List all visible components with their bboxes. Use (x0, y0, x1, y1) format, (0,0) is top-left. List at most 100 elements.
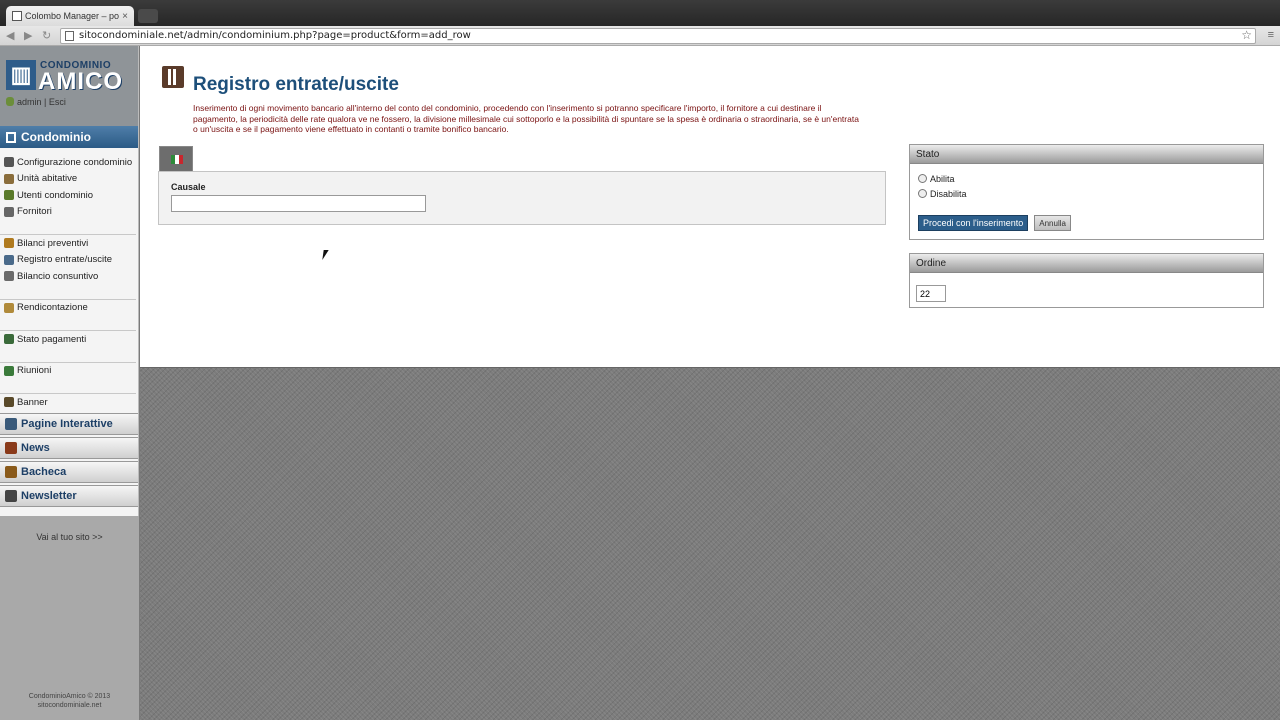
users-icon (4, 190, 14, 201)
ledger-icon (162, 66, 184, 88)
sidebar-item-rendicontazione[interactable]: Rendicontazione (0, 300, 138, 317)
sidebar-item-label: Utenti condominio (17, 189, 94, 201)
section-label: News (21, 441, 50, 454)
sidebar-item-label: Registro entrate/uscite (17, 254, 113, 266)
reload-icon[interactable]: ↻ (42, 29, 51, 42)
user-separator: | (44, 97, 47, 107)
menu-divider (0, 348, 136, 363)
menu-divider (0, 285, 136, 300)
chart-icon (4, 238, 14, 249)
address-bar: ◀ ▶ ↻ sitocondominiale.net/admin/condomi… (0, 26, 1280, 46)
favicon-icon (12, 11, 22, 21)
building-icon (6, 131, 16, 143)
section-newsletter[interactable]: Newsletter (0, 484, 138, 507)
section-pagine-interattive[interactable]: Pagine Interattive (0, 412, 138, 435)
sidebar-item-label: Bilancio consuntivo (17, 270, 99, 282)
sidebar-footer: Vai al tuo sito >> CondominioAmico © 201… (0, 516, 139, 720)
sidebar-item-riunioni[interactable]: Riunioni (0, 363, 138, 380)
section-title: Condominio (21, 130, 91, 144)
logo-line2: AMICO (38, 68, 123, 95)
browser-tab[interactable]: Colombo Manager – power × (6, 6, 134, 26)
sidebar-menu: Configurazione condominio Unità abitativ… (0, 148, 138, 411)
scale-icon (4, 302, 14, 313)
section-news[interactable]: News (0, 436, 138, 459)
section-label: Pagine Interattive (21, 417, 113, 430)
sidebar-item-banner[interactable]: Banner (0, 394, 138, 411)
page-description: Inserimento di ogni movimento bancario a… (193, 103, 859, 134)
section-bacheca[interactable]: Bacheca (0, 460, 138, 483)
banner-icon (4, 397, 14, 408)
user-name[interactable]: admin (17, 97, 42, 107)
ordine-input[interactable] (916, 285, 946, 302)
stato-panel: Stato Abilita Disabilita Procedi con l'i… (909, 144, 1264, 240)
new-tab-button[interactable] (138, 9, 158, 23)
form-box: Causale (158, 171, 886, 225)
sidebar-item-label: Bilanci preventivi (17, 237, 89, 249)
menu-divider (0, 379, 136, 394)
back-icon[interactable]: ◀ (6, 29, 14, 42)
sidebar-item-label: Banner (17, 396, 48, 408)
radio-label: Disabilita (930, 188, 967, 199)
sidebar-item-label: Unità abitative (17, 173, 78, 185)
sidebar-item-bilancio-consuntivo[interactable]: Bilancio consuntivo (0, 268, 138, 285)
italian-flag-icon (171, 155, 183, 164)
logout-link[interactable]: Esci (49, 97, 66, 107)
browser-menu-icon[interactable]: ≡ (1268, 29, 1274, 41)
sidebar-item-label: Riunioni (17, 365, 52, 377)
sidebar-item-fornitori[interactable]: Fornitori (0, 204, 138, 221)
sidebar-item-stato-pagamenti[interactable]: Stato pagamenti (0, 331, 138, 348)
sidebar-item-bilanci-preventivi[interactable]: Bilanci preventivi (0, 235, 138, 252)
gear-icon (4, 157, 14, 168)
sidebar-item-label: Fornitori (17, 206, 52, 218)
sidebar-item-registro[interactable]: Registro entrate/uscite (0, 252, 138, 269)
section-label: Newsletter (21, 489, 77, 502)
logo[interactable]: ▥ CONDOMINIO AMICO admin | Esci (0, 46, 138, 126)
url-text: sitocondominiale.net/admin/condominium.p… (79, 30, 471, 41)
sidebar-item-label: Rendicontazione (17, 302, 88, 314)
sidebar: ▥ CONDOMINIO AMICO admin | Esci Condomin… (0, 46, 139, 720)
submit-button[interactable]: Procedi con l'inserimento (918, 215, 1029, 231)
forward-icon[interactable]: ▶ (24, 29, 32, 42)
copyright-line: CondominioAmico © 2013 (28, 693, 111, 700)
radio-disabilita[interactable]: Disabilita (918, 186, 1263, 201)
radio-circle[interactable] (918, 174, 927, 183)
sidebar-item-utenti[interactable]: Utenti condominio (0, 187, 138, 204)
bookmark-star-icon[interactable]: ☆ (1241, 28, 1252, 42)
ordine-panel: Ordine (909, 253, 1264, 308)
sidebar-item-unita[interactable]: Unità abitative (0, 171, 138, 188)
language-tab-italian[interactable] (159, 146, 193, 171)
home-icon (4, 173, 14, 184)
menu-divider (0, 316, 136, 331)
newsletter-icon (5, 489, 17, 502)
user-bar: admin | Esci (6, 97, 66, 107)
meeting-icon (4, 365, 14, 376)
radio-label: Abilita (930, 173, 955, 184)
section-condominio[interactable]: Condominio (0, 126, 138, 148)
radio-abilita[interactable]: Abilita (918, 171, 1263, 186)
visit-site-link[interactable]: Vai al tuo sito >> (0, 532, 139, 542)
copyright: CondominioAmico © 2013 sitocondominiale.… (0, 692, 139, 710)
board-icon (5, 465, 17, 478)
ordine-title: Ordine (910, 254, 1263, 273)
close-tab-icon[interactable]: × (122, 11, 128, 22)
cancel-button[interactable]: Annulla (1034, 215, 1071, 231)
empty-background (140, 368, 1280, 720)
news-icon (5, 441, 17, 454)
browser-tabstrip: Colombo Manager – power × (0, 0, 1280, 26)
ledger-icon (4, 254, 14, 265)
causale-label: Causale (171, 182, 206, 192)
user-icon (6, 97, 14, 106)
sidebar-item-label: Stato pagamenti (17, 333, 87, 345)
pages-icon (5, 417, 17, 430)
stato-actions: Procedi con l'inserimento Annulla (918, 215, 1071, 231)
page-title: Registro entrate/uscite (193, 74, 399, 95)
copyright-site: sitocondominiale.net (37, 702, 102, 709)
radio-circle[interactable] (918, 189, 927, 198)
payments-icon (4, 334, 14, 345)
url-field[interactable]: sitocondominiale.net/admin/condominium.p… (60, 28, 1256, 44)
tab-title: Colombo Manager – power (25, 11, 120, 21)
causale-input[interactable] (171, 195, 426, 212)
menu-divider (0, 220, 136, 235)
section-label: Bacheca (21, 465, 67, 478)
sidebar-item-configurazione[interactable]: Configurazione condominio (0, 154, 138, 171)
